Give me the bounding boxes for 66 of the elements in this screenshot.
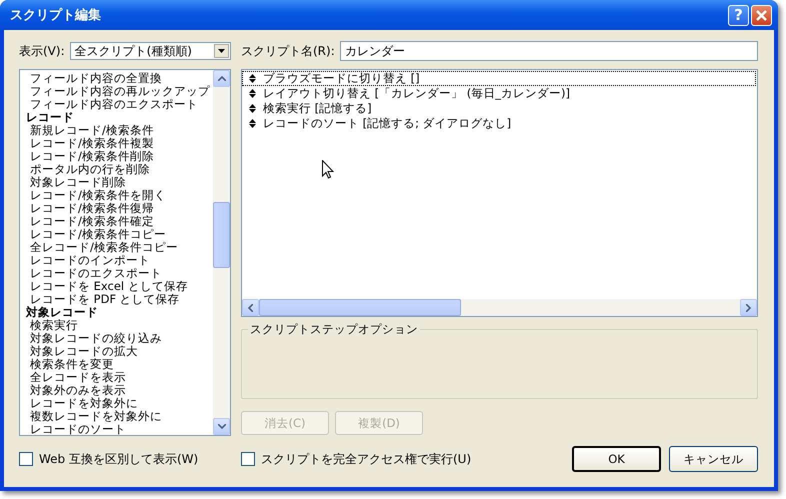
vertical-scrollbar[interactable] bbox=[213, 70, 230, 435]
step-item[interactable]: フィールド内容の全置換 bbox=[26, 72, 213, 85]
step-item[interactable]: 複数レコードを対象外に bbox=[26, 410, 213, 423]
scroll-down-button[interactable] bbox=[213, 418, 230, 435]
scroll-thumb[interactable] bbox=[259, 299, 461, 316]
step-item[interactable]: レコードを Excel として保存 bbox=[26, 280, 213, 293]
script-name-field[interactable]: カレンダー bbox=[340, 41, 758, 61]
step-item[interactable]: 対象レコードの絞り込み bbox=[26, 332, 213, 345]
move-handle-icon[interactable] bbox=[249, 74, 256, 83]
step-item[interactable]: 全レコード/検索条件コピー bbox=[26, 241, 213, 254]
step-item[interactable]: レコードを対象外に bbox=[26, 397, 213, 410]
script-step: 検索実行 [記憶する] bbox=[263, 101, 372, 116]
close-button[interactable] bbox=[751, 4, 772, 26]
view-dropdown[interactable]: 全スクリプト(種類順) bbox=[70, 42, 231, 60]
group-title: スクリプトステップオプション bbox=[248, 322, 420, 337]
step-item[interactable]: フィールド内容の再ルックアップ bbox=[26, 85, 213, 98]
window-title: スクリプト編集 bbox=[10, 6, 101, 24]
horizontal-scrollbar[interactable] bbox=[242, 299, 757, 316]
step-item[interactable]: 対象外のみを表示 bbox=[26, 384, 213, 397]
step-item[interactable]: 新規レコード/検索条件 bbox=[26, 124, 213, 137]
step-item[interactable]: レコード/検索条件確定 bbox=[26, 215, 213, 228]
step-item[interactable]: ポータル内の行を削除 bbox=[26, 163, 213, 176]
step-item[interactable]: レコードのインポート bbox=[26, 254, 213, 267]
step-item[interactable]: レコード/検索条件複製 bbox=[26, 137, 213, 150]
script-step: レコードのソート [記憶する; ダイアログなし] bbox=[263, 116, 512, 131]
step-item[interactable]: レコード/検索条件コピー bbox=[26, 228, 213, 241]
ok-button[interactable]: OK bbox=[572, 446, 661, 472]
close-icon bbox=[755, 8, 768, 22]
step-item[interactable]: レコードのエクスポート bbox=[26, 267, 213, 280]
checkbox[interactable] bbox=[241, 452, 255, 466]
move-handle-icon[interactable] bbox=[249, 119, 256, 128]
caret-icon bbox=[218, 49, 225, 53]
scroll-thumb[interactable] bbox=[213, 202, 230, 268]
step-item[interactable]: レコード/検索条件復帰 bbox=[26, 202, 213, 215]
step-item[interactable]: レコードのソート bbox=[26, 423, 213, 435]
move-handle-icon[interactable] bbox=[249, 89, 256, 98]
checkbox-label: スクリプトを完全アクセス権で実行(U) bbox=[261, 450, 472, 468]
dropdown-button[interactable] bbox=[214, 44, 229, 58]
category-header[interactable]: レコード bbox=[26, 111, 213, 124]
script-step: レイアウト切り替え [「カレンダー」 (毎日_カレンダー)] bbox=[263, 86, 570, 101]
script-step: ブラウズモードに切り替え [] bbox=[263, 71, 420, 86]
scroll-up-button[interactable] bbox=[213, 70, 230, 87]
category-header[interactable]: 対象レコード bbox=[26, 306, 213, 319]
scroll-right-button[interactable] bbox=[740, 299, 757, 316]
step-item[interactable]: レコード/検索条件削除 bbox=[26, 150, 213, 163]
checkbox[interactable] bbox=[19, 452, 33, 466]
cancel-button[interactable]: キャンセル bbox=[669, 446, 758, 472]
step-item[interactable]: レコードを PDF として保存 bbox=[26, 293, 213, 306]
mouse-pointer-icon bbox=[322, 160, 334, 179]
step-item[interactable]: 全レコードを表示 bbox=[26, 371, 213, 384]
step-item[interactable]: 対象レコード削除 bbox=[26, 176, 213, 189]
step-item[interactable]: レコード/検索条件を開く bbox=[26, 189, 213, 202]
move-handle-icon[interactable] bbox=[249, 104, 256, 113]
checkbox-label: Web 互換を区別して表示(W) bbox=[39, 450, 198, 468]
scroll-left-button[interactable] bbox=[242, 299, 259, 316]
script-step-row[interactable]: レイアウト切り替え [「カレンダー」 (毎日_カレンダー)] bbox=[242, 86, 756, 101]
script-name-label: スクリプト名(R): bbox=[241, 42, 335, 60]
step-item[interactable]: フィールド内容のエクスポート bbox=[26, 98, 213, 111]
script-step-row[interactable]: レコードのソート [記憶する; ダイアログなし] bbox=[242, 116, 756, 131]
step-item[interactable]: 検索条件を変更 bbox=[26, 358, 213, 371]
help-button[interactable]: ? bbox=[728, 4, 749, 26]
script-step-row[interactable]: 検索実行 [記憶する] bbox=[242, 101, 756, 116]
step-item[interactable]: 対象レコードの拡大 bbox=[26, 345, 213, 358]
script-step-row[interactable]: ブラウズモードに切り替え [] bbox=[242, 71, 756, 86]
step-item[interactable]: 検索実行 bbox=[26, 319, 213, 332]
view-label: 表示(V): bbox=[19, 42, 65, 60]
